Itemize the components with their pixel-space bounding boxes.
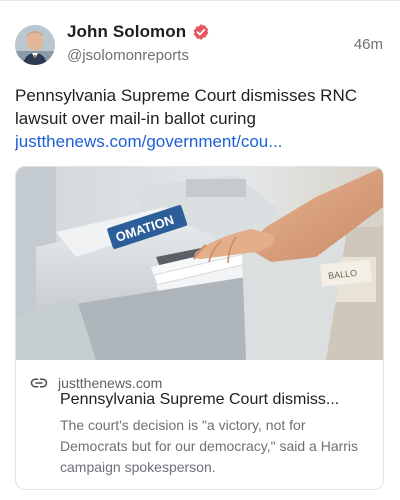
ballot-machine-photo: OMATION BALLO xyxy=(16,167,383,360)
author-handle[interactable]: @jsolomonreports xyxy=(67,47,189,64)
avatar[interactable] xyxy=(15,25,55,65)
link-preview-description: The court's decision is "a victory, not … xyxy=(60,417,359,475)
verified-badge-icon xyxy=(193,24,209,40)
link-preview-domain-row: justthenews.com xyxy=(30,374,162,392)
link-preview-domain: justthenews.com xyxy=(58,375,163,391)
link-preview-card[interactable]: OMATION BALLO justthenews.com Pennsylvan… xyxy=(15,166,384,490)
post-timestamp[interactable]: 46m xyxy=(354,36,383,53)
author-name[interactable]: John Solomon xyxy=(67,22,186,42)
link-icon xyxy=(30,378,48,388)
avatar-image xyxy=(15,25,55,65)
link-preview-title[interactable]: Pennsylvania Supreme Court dismiss... xyxy=(60,391,372,409)
link-preview-image[interactable]: OMATION BALLO xyxy=(16,167,383,360)
link-preview-meta[interactable]: justthenews.com Pennsylvania Supreme Cou… xyxy=(16,360,383,489)
post-card[interactable]: John Solomon @jsolomonreports 46m Pennsy… xyxy=(0,0,400,500)
post-link[interactable]: justthenews.com/government/cou... xyxy=(15,130,387,153)
divider xyxy=(0,0,400,1)
post-text: Pennsylvania Supreme Court dismisses RNC… xyxy=(15,86,358,128)
author-name-row[interactable]: John Solomon xyxy=(67,22,210,42)
